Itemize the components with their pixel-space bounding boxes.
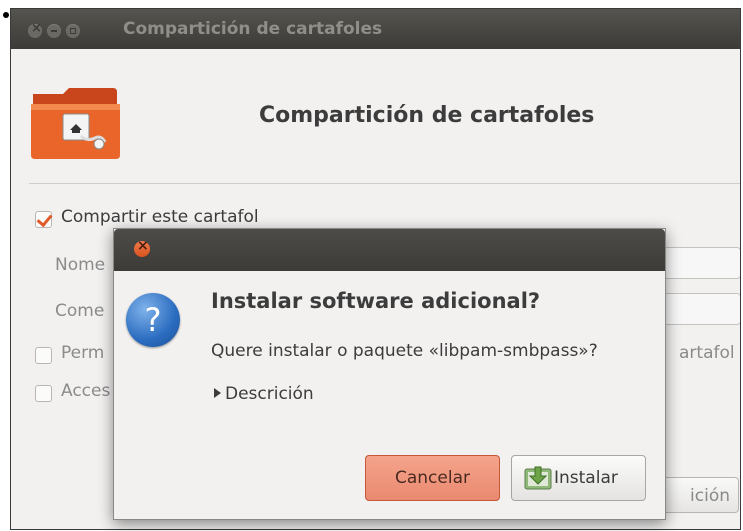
window-titlebar[interactable]: Compartición de cartafoles (11, 9, 740, 49)
header-title: Compartición de cartafoles (259, 103, 595, 128)
cancel-button[interactable]: Cancelar (365, 455, 500, 501)
comment-field[interactable] (661, 293, 740, 325)
comment-label: Come (55, 301, 105, 321)
install-download-icon (524, 466, 552, 490)
create-share-button[interactable]: ición (659, 477, 739, 513)
share-name-label: Nome (55, 255, 106, 275)
permit-others-label-tail: artafol (679, 343, 735, 363)
dialog-titlebar[interactable] (114, 229, 665, 271)
install-software-dialog: ? Instalar software adicional? Quere ins… (113, 228, 666, 520)
permit-others-checkbox[interactable] (35, 347, 52, 364)
list-bullet (3, 12, 9, 18)
permit-others-label: Perm (61, 343, 105, 363)
guest-access-checkbox[interactable] (35, 385, 52, 402)
header-separator (29, 183, 740, 184)
guest-access-label: Acces (61, 381, 111, 401)
window-maximize-button[interactable] (66, 24, 80, 38)
window-close-button[interactable] (28, 21, 42, 38)
install-button[interactable]: Instalar (511, 455, 646, 501)
dialog-message: Quere instalar o paquete «libpam-smbpass… (211, 341, 598, 361)
dialog-title: Instalar software adicional? (211, 289, 541, 313)
description-label: Descrición (225, 384, 314, 404)
share-name-field[interactable] (661, 247, 740, 279)
window-title: Compartición de cartafoles (123, 19, 383, 39)
description-expander[interactable]: Descrición (214, 384, 314, 404)
install-button-label: Instalar (554, 468, 618, 488)
window-minimize-button[interactable] (47, 24, 61, 38)
dialog-close-button[interactable] (134, 238, 150, 257)
shared-folder-icon (31, 88, 120, 159)
share-folder-label: Compartir este cartafol (61, 207, 259, 227)
expander-arrow-icon (214, 388, 221, 398)
question-icon: ? (126, 293, 180, 347)
share-folder-checkbox[interactable] (35, 211, 52, 228)
